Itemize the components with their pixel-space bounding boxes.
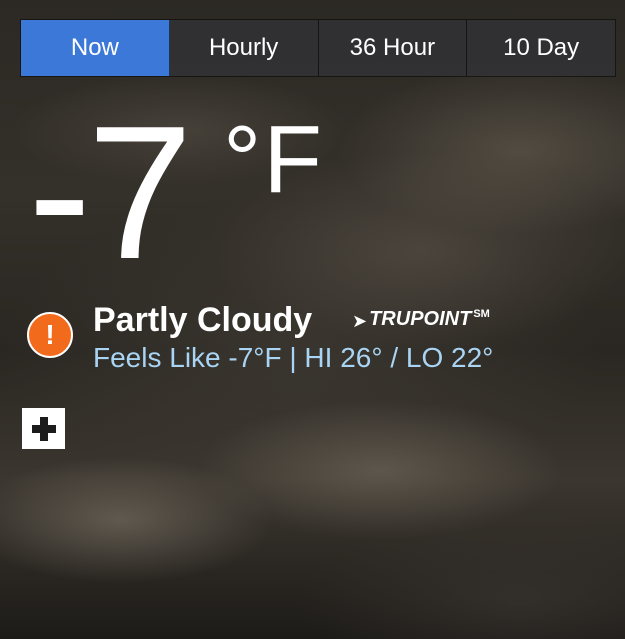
- trupoint-logo: ➤ TRUPOINT SM: [352, 308, 490, 332]
- tab-10-day[interactable]: 10 Day: [467, 20, 615, 76]
- tab-36-hour[interactable]: 36 Hour: [318, 20, 468, 76]
- feels-like-hi-lo: Feels Like -7°F | HI 26° / LO 22°: [93, 342, 494, 373]
- tab-now[interactable]: Now: [21, 20, 170, 76]
- trupoint-wordmark: TRUPOINT: [369, 308, 472, 330]
- weather-screen: Now Hourly 36 Hour 10 Day -7 °F ! Partly …: [0, 0, 625, 639]
- alert-glyph: !: [45, 319, 55, 350]
- plus-icon: [31, 416, 56, 441]
- trupoint-service-mark: SM: [473, 308, 490, 320]
- tab-hourly[interactable]: Hourly: [169, 20, 319, 76]
- add-button[interactable]: [22, 408, 65, 449]
- temperature-unit: °F: [223, 106, 325, 213]
- alert-exclamation-icon[interactable]: !: [27, 312, 73, 358]
- condition-text: Partly Cloudy: [93, 301, 313, 339]
- current-temperature: -7 °F: [28, 98, 322, 288]
- forecast-tab-bar: Now Hourly 36 Hour 10 Day: [20, 19, 616, 77]
- temperature-value: -7: [28, 87, 193, 299]
- trupoint-arrow-icon: ➤: [352, 311, 368, 331]
